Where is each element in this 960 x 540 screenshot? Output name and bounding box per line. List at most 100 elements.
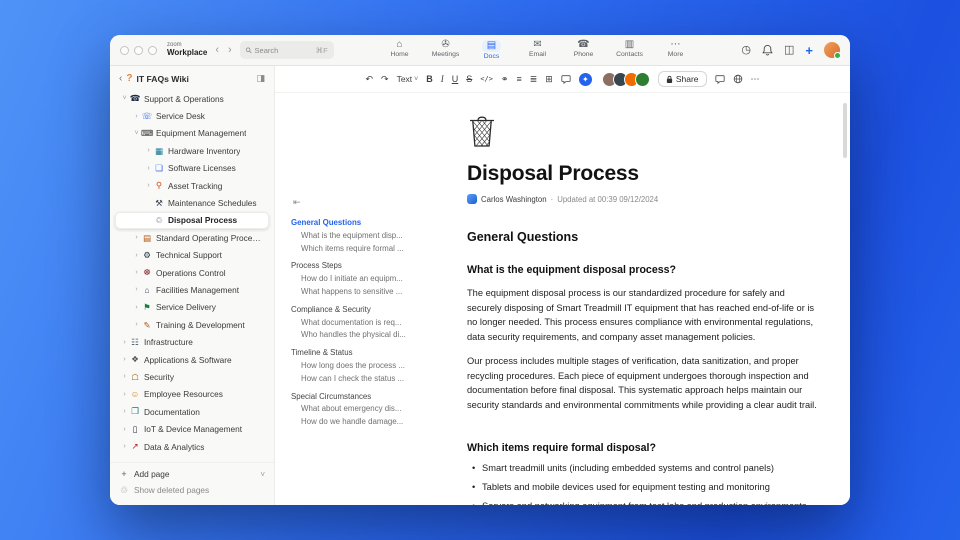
history-icon[interactable]: ◷ xyxy=(741,44,751,56)
chevron-right-icon[interactable]: › xyxy=(132,113,141,120)
globe-icon[interactable] xyxy=(733,74,743,84)
sidebar-item-software-licenses[interactable]: › ❏ Software Licenses xyxy=(115,160,269,177)
sidebar-item-service-delivery[interactable]: › ⚑ Service Delivery xyxy=(115,299,269,316)
toc-item[interactable]: Which items require formal ... xyxy=(291,243,427,256)
sidebar-item-security[interactable]: › ☖ Security xyxy=(115,368,269,385)
sidebar-item-iot-device-management[interactable]: › ▯ IoT & Device Management xyxy=(115,420,269,437)
sidebar-item-operations-control[interactable]: › ☸ Operations Control xyxy=(115,264,269,281)
sidebar-item-asset-tracking[interactable]: › ⚲ Asset Tracking xyxy=(115,177,269,194)
toc-item[interactable]: What about emergency dis... xyxy=(291,403,427,416)
sidebar-back-icon[interactable]: ‹ xyxy=(119,73,122,84)
sidebar-item-disposal-process[interactable]: ♲ Disposal Process xyxy=(115,211,269,230)
back-icon[interactable]: ‹ xyxy=(214,44,220,56)
show-deleted-pages-button[interactable]: ♲ Show deleted pages xyxy=(119,482,265,498)
link-button[interactable]: ⚭ xyxy=(501,74,509,84)
sidebar-item-hardware-inventory[interactable]: › ▦ Hardware Inventory xyxy=(115,142,269,159)
sidebar-item-service-desk[interactable]: › ☏ Service Desk xyxy=(115,107,269,124)
new-button[interactable]: + xyxy=(805,44,813,57)
add-page-button[interactable]: + Add page ˅ xyxy=(119,466,265,482)
sidebar-item-applications-software[interactable]: › ❖ Applications & Software xyxy=(115,351,269,368)
zoom-button[interactable] xyxy=(148,45,157,55)
toc-item[interactable]: Special Circumstances xyxy=(291,391,427,404)
bold-button[interactable]: B xyxy=(426,74,433,84)
scrollbar[interactable] xyxy=(843,103,847,158)
collaborator-avatar[interactable] xyxy=(634,71,650,87)
chevron-right-icon[interactable]: › xyxy=(144,165,153,172)
sidebar-item-documentation[interactable]: › ❐ Documentation xyxy=(115,403,269,420)
close-button[interactable] xyxy=(120,45,129,55)
redo-icon[interactable]: ↷ xyxy=(381,74,389,84)
chevron-right-icon[interactable]: › xyxy=(120,426,129,433)
layout-icon[interactable]: ◫ xyxy=(784,44,794,56)
toc-item[interactable]: How do I initiate an equipm... xyxy=(291,273,427,286)
toc-item[interactable]: How do we handle damage... xyxy=(291,416,427,429)
toc-item[interactable]: How long does the process ... xyxy=(291,360,427,373)
search-input[interactable]: ⚲ Search ⌘F xyxy=(239,41,334,59)
tab-contacts[interactable]: ▥ Contacts xyxy=(610,40,650,60)
tab-docs[interactable]: ▤ Docs xyxy=(472,40,512,60)
code-button[interactable]: </> xyxy=(480,75,493,83)
sidebar-item-facilities-management[interactable]: › ⌂ Facilities Management xyxy=(115,281,269,298)
toc-item[interactable]: Process Steps xyxy=(291,260,427,273)
strikethrough-button[interactable]: S xyxy=(466,74,472,84)
align-button[interactable]: ⊞ xyxy=(545,74,553,84)
chevron-right-icon[interactable]: › xyxy=(144,147,153,154)
chevron-right-icon[interactable]: › xyxy=(120,339,129,346)
bell-icon[interactable] xyxy=(762,44,773,56)
toc-item[interactable]: General Questions xyxy=(291,217,427,230)
toc-item[interactable]: Compliance & Security xyxy=(291,304,427,317)
bullet-list-button[interactable]: ≡ xyxy=(516,74,521,84)
toc-item[interactable]: What is the equipment disp... xyxy=(291,230,427,243)
user-avatar[interactable] xyxy=(824,42,841,59)
sidebar-item-employee-resources[interactable]: › ☺ Employee Resources xyxy=(115,386,269,403)
sidebar-item-equipment-management[interactable]: ˅ ⌨ Equipment Management xyxy=(115,125,269,142)
chevron-right-icon[interactable]: › xyxy=(132,252,141,259)
tab-more[interactable]: ⋯ More xyxy=(656,40,696,60)
toc-item[interactable]: How can I check the status ... xyxy=(291,373,427,386)
ai-companion-button[interactable]: ✦ xyxy=(578,72,592,86)
toc-collapse-icon[interactable]: ⇤ xyxy=(293,197,427,208)
chevron-right-icon[interactable]: › xyxy=(120,373,129,380)
italic-button[interactable]: I xyxy=(441,74,444,84)
toc-item[interactable]: Who handles the physical di... xyxy=(291,329,427,342)
sidebar-item-training-development[interactable]: › ✎ Training & Development xyxy=(115,316,269,333)
sidebar-item-label: Infrastructure xyxy=(144,337,193,348)
chevron-right-icon[interactable]: › xyxy=(120,356,129,363)
chevron-right-icon[interactable]: › xyxy=(132,269,141,276)
chevron-right-icon[interactable]: › xyxy=(120,408,129,415)
toc-item[interactable]: What documentation is req... xyxy=(291,317,427,330)
sidebar-item-infrastructure[interactable]: › ☷ Infrastructure xyxy=(115,333,269,350)
tab-meetings[interactable]: ✇ Meetings xyxy=(426,40,466,60)
text-style-dropdown[interactable]: Text ˅ xyxy=(397,75,419,84)
numbered-list-button[interactable]: ≣ xyxy=(530,74,538,84)
comment-icon[interactable] xyxy=(561,74,571,84)
sidebar-item-standard-operating-procedures[interactable]: › ▤ Standard Operating Procedures xyxy=(115,229,269,246)
collapse-sidebar-icon[interactable]: ◨ xyxy=(256,73,265,84)
toc-item[interactable]: Timeline & Status xyxy=(291,347,427,360)
chevron-right-icon[interactable]: › xyxy=(132,321,141,328)
tab-email[interactable]: ✉ Email xyxy=(518,40,558,60)
more-options-icon[interactable]: ⋯ xyxy=(751,74,760,84)
chevron-down-icon[interactable]: ˅ xyxy=(120,95,129,102)
sidebar-item-data-analytics[interactable]: › ↗ Data & Analytics xyxy=(115,438,269,455)
chevron-down-icon[interactable]: ˅ xyxy=(260,470,265,479)
sidebar-item-support-operations[interactable]: ˅ ☎ Support & Operations xyxy=(115,90,269,107)
undo-icon[interactable]: ↶ xyxy=(365,74,373,84)
chevron-right-icon[interactable]: › xyxy=(132,286,141,293)
share-button[interactable]: Share xyxy=(657,71,707,87)
chevron-right-icon[interactable]: › xyxy=(144,182,153,189)
chevron-down-icon[interactable]: ˅ xyxy=(132,130,141,137)
sidebar-item-technical-support[interactable]: › ⚙ Technical Support xyxy=(115,247,269,264)
minimize-button[interactable] xyxy=(134,45,143,55)
chevron-right-icon[interactable]: › xyxy=(132,234,141,241)
chevron-right-icon[interactable]: › xyxy=(120,391,129,398)
toc-item[interactable]: What happens to sensitive ... xyxy=(291,286,427,299)
forward-icon[interactable]: › xyxy=(227,44,233,56)
chat-icon[interactable] xyxy=(714,74,725,84)
sidebar-item-maintenance-schedules[interactable]: ⚒ Maintenance Schedules xyxy=(115,194,269,211)
underline-button[interactable]: U xyxy=(452,74,459,84)
chevron-right-icon[interactable]: › xyxy=(120,443,129,450)
chevron-right-icon[interactable]: › xyxy=(132,304,141,311)
tab-home[interactable]: ⌂ Home xyxy=(380,40,420,60)
tab-phone[interactable]: ☎ Phone xyxy=(564,40,604,60)
